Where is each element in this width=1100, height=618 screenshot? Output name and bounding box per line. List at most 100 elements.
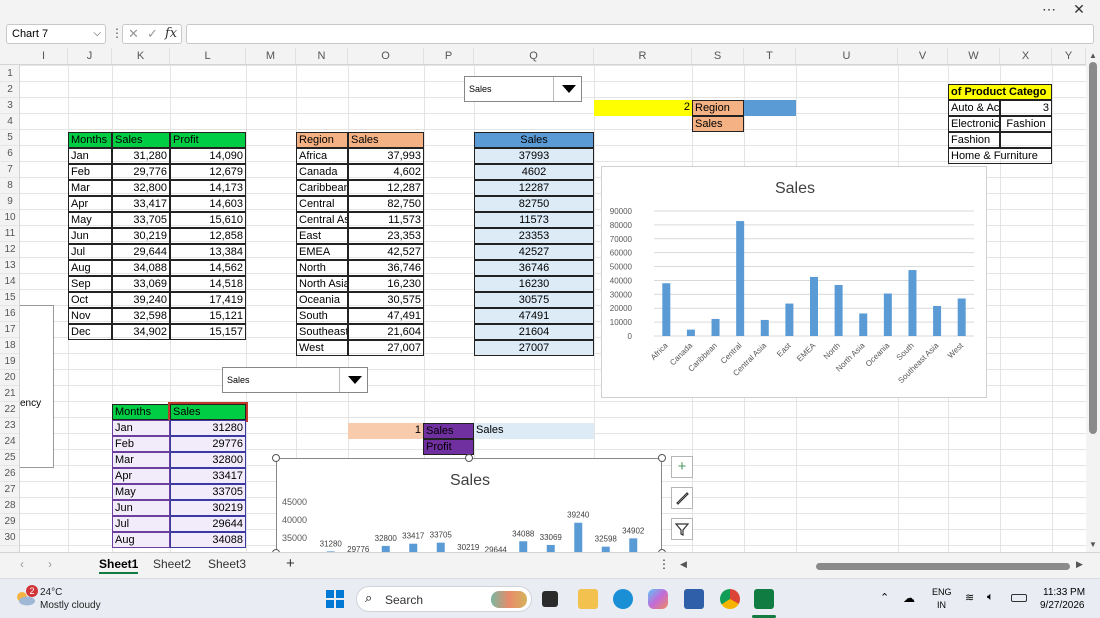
column-header[interactable]: Q — [474, 48, 594, 64]
table-cell[interactable]: Jun — [112, 500, 170, 516]
row-header[interactable]: 14 — [0, 274, 19, 290]
bar[interactable] — [859, 313, 868, 336]
taskbar-search[interactable]: ⌕ Search — [356, 586, 532, 612]
chrome-icon[interactable] — [720, 589, 740, 609]
table-cell[interactable]: 16230 — [474, 276, 594, 292]
resize-handle[interactable] — [465, 454, 473, 462]
row-header[interactable]: 22 — [0, 402, 19, 418]
table-header[interactable]: Profit — [170, 132, 246, 148]
table-cell[interactable]: Electronic — [948, 116, 1000, 132]
table-cell[interactable]: 32,800 — [112, 180, 170, 196]
table-cell[interactable]: 32800 — [170, 452, 246, 468]
table-cell[interactable]: May — [68, 212, 112, 228]
table-cell[interactable]: East — [296, 228, 348, 244]
file-explorer-icon[interactable] — [578, 589, 598, 609]
table-cell[interactable]: 16,230 — [348, 276, 424, 292]
table-cell[interactable]: Jun — [68, 228, 112, 244]
table-header[interactable]: Months — [112, 404, 170, 420]
name-box[interactable]: Chart 7 ⌵ — [6, 24, 106, 44]
chevron-up-icon[interactable]: ⌃ — [880, 591, 889, 604]
row-header[interactable]: 29 — [0, 514, 19, 530]
table-cell[interactable]: 21604 — [474, 324, 594, 340]
row-header[interactable]: 7 — [0, 162, 19, 178]
clock-date[interactable]: 9/27/2026 — [1040, 600, 1085, 611]
table-cell[interactable]: Nov — [68, 308, 112, 324]
table-cell[interactable]: 23353 — [474, 228, 594, 244]
table-cell[interactable]: 33,417 — [112, 196, 170, 212]
excel-icon[interactable] — [754, 589, 774, 609]
bar[interactable] — [908, 270, 917, 336]
table-cell[interactable]: 33417 — [170, 468, 246, 484]
clock-time[interactable]: 11:33 PM — [1043, 587, 1085, 598]
resize-handle[interactable] — [272, 454, 280, 462]
column-header[interactable]: L — [170, 48, 246, 64]
table-cell[interactable]: 29,776 — [112, 164, 170, 180]
row-header[interactable]: 1 — [0, 66, 19, 82]
table-cell[interactable]: 23,353 — [348, 228, 424, 244]
months-sales-chart[interactable]: Sales 35000 40000 45000 31280 29776 32800 33417… — [276, 458, 662, 552]
column-header[interactable]: T — [744, 48, 796, 64]
table-header[interactable]: of Product Catego — [948, 84, 1052, 100]
table-cell[interactable]: 47491 — [474, 308, 594, 324]
bar[interactable] — [957, 298, 966, 336]
table-cell[interactable]: 36746 — [474, 260, 594, 276]
column-header[interactable]: Y — [1052, 48, 1086, 64]
table-cell[interactable]: 13,384 — [170, 244, 246, 260]
row-header[interactable]: 3 — [0, 98, 19, 114]
resize-handle[interactable] — [658, 454, 666, 462]
row-header[interactable]: 28 — [0, 498, 19, 514]
vertical-scrollbar[interactable]: ▲ ▼ — [1086, 48, 1100, 552]
column-header[interactable]: U — [796, 48, 898, 64]
bar[interactable] — [686, 329, 695, 336]
table-cell[interactable]: 29,644 — [112, 244, 170, 260]
table-cell[interactable]: Jan — [68, 148, 112, 164]
more-vertical-icon[interactable]: ⋮ — [658, 557, 670, 571]
sales-dropdown-top[interactable]: Sales — [464, 76, 582, 102]
table-cell[interactable]: Feb — [112, 436, 170, 452]
selector-region-cell[interactable]: Region — [692, 100, 744, 116]
enter-icon[interactable]: ✓ — [147, 26, 158, 42]
vertical-scroll-thumb[interactable] — [1089, 62, 1097, 434]
table-cell[interactable]: Auto & Ac — [948, 100, 1000, 116]
table-cell[interactable]: 82,750 — [348, 196, 424, 212]
table-cell[interactable]: Jul — [68, 244, 112, 260]
table-cell[interactable]: Central — [296, 196, 348, 212]
windows-start-icon[interactable] — [326, 590, 344, 608]
cancel-icon[interactable]: ✕ — [128, 26, 139, 42]
selector-mid-profit[interactable]: Profit — [423, 439, 474, 455]
table-cell[interactable]: 14,603 — [170, 196, 246, 212]
table-cell[interactable]: 12287 — [474, 180, 594, 196]
horizontal-scrollbar[interactable]: ◀ ▶ — [680, 559, 1086, 571]
table-cell[interactable]: Fashion — [948, 132, 1000, 148]
add-sheet-button[interactable]: + — [286, 555, 295, 572]
worksheet-grid[interactable]: ency Months Sales Profit Jan 31,280 14,090 Feb… — [20, 65, 1086, 552]
table-header[interactable]: Sales — [348, 132, 424, 148]
table-cell[interactable]: Feb — [68, 164, 112, 180]
table-header[interactable]: Sales — [474, 132, 594, 148]
table-cell[interactable]: Southeast — [296, 324, 348, 340]
table-cell[interactable]: 32,598 — [112, 308, 170, 324]
selector-sales-cell[interactable]: Sales — [692, 116, 744, 132]
table-cell[interactable]: 30,575 — [348, 292, 424, 308]
table-cell[interactable]: 82750 — [474, 196, 594, 212]
row-header[interactable]: 2 — [0, 82, 19, 98]
table-header[interactable]: Months — [68, 132, 112, 148]
table-cell[interactable]: 37,993 — [348, 148, 424, 164]
column-header[interactable]: R — [594, 48, 692, 64]
table-cell[interactable]: 14,090 — [170, 148, 246, 164]
row-header[interactable]: 17 — [0, 322, 19, 338]
bar[interactable] — [662, 283, 671, 336]
row-header[interactable]: 25 — [0, 450, 19, 466]
column-header[interactable]: X — [1000, 48, 1052, 64]
table-cell[interactable]: 33,705 — [112, 212, 170, 228]
row-header[interactable]: 27 — [0, 482, 19, 498]
table-cell[interactable]: 27,007 — [348, 340, 424, 356]
formula-input[interactable] — [186, 24, 1094, 44]
table-cell[interactable]: 31280 — [170, 420, 246, 436]
bar[interactable] — [883, 293, 892, 336]
table-cell[interactable]: 14,173 — [170, 180, 246, 196]
bar[interactable] — [760, 319, 769, 336]
filter-icon[interactable] — [671, 518, 693, 540]
table-cell[interactable]: 47,491 — [348, 308, 424, 324]
table-cell[interactable]: Apr — [68, 196, 112, 212]
